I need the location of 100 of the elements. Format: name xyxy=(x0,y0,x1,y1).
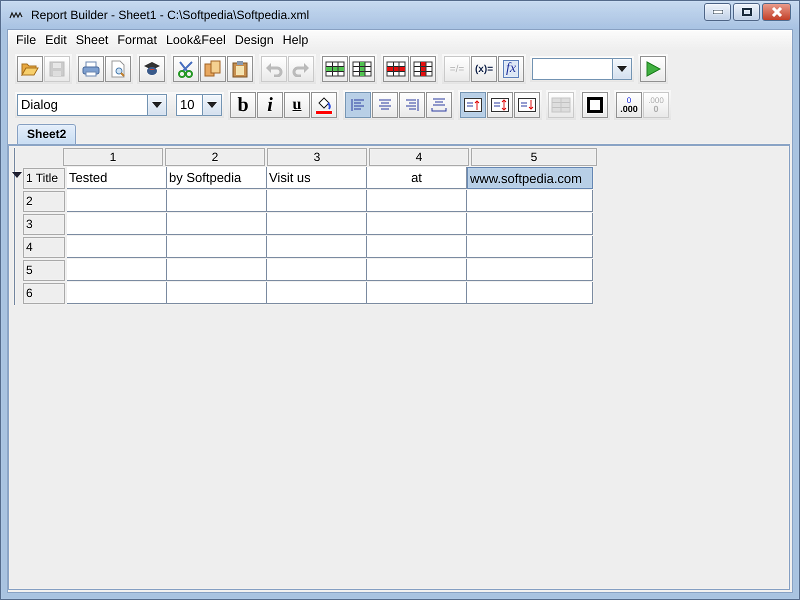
font-combo-box[interactable]: Dialog xyxy=(17,94,167,116)
paste-button[interactable] xyxy=(227,56,253,82)
formula-button[interactable]: (x)= xyxy=(471,56,497,82)
row-header[interactable]: 1 Title xyxy=(23,168,65,189)
table-cell[interactable] xyxy=(267,236,367,258)
align-bottom-button[interactable] xyxy=(514,92,540,118)
column-header[interactable]: 4 xyxy=(369,148,469,166)
formula-combo-box[interactable] xyxy=(532,58,632,80)
copy-button[interactable] xyxy=(200,56,226,82)
table-icon xyxy=(551,97,571,113)
clipboard-icon xyxy=(231,60,249,78)
table-cell[interactable] xyxy=(267,259,367,281)
text-align-icon xyxy=(350,98,366,112)
menu-item[interactable]: Look&Feel xyxy=(162,33,231,47)
table-cell[interactable]: Visit us xyxy=(267,167,367,189)
table-cell[interactable] xyxy=(267,213,367,235)
cut-button[interactable] xyxy=(173,56,199,82)
italic-button[interactable]: i xyxy=(257,92,283,118)
text-align-icon xyxy=(404,98,420,112)
column-header[interactable]: 2 xyxy=(165,148,265,166)
row-header[interactable]: 4 xyxy=(23,237,65,258)
table-cell[interactable] xyxy=(167,213,267,235)
align-middle-button[interactable] xyxy=(487,92,513,118)
printer-icon xyxy=(82,61,100,77)
delete-row-button[interactable] xyxy=(383,56,409,82)
text-align-icon xyxy=(431,98,447,112)
scissors-icon xyxy=(177,60,195,78)
align-left-button[interactable] xyxy=(345,92,371,118)
square-icon xyxy=(587,97,603,113)
menu-item[interactable]: Format xyxy=(113,33,162,47)
folder-icon xyxy=(21,62,39,76)
insert-column-button[interactable] xyxy=(349,56,375,82)
font-size-combo-box[interactable]: 10 xyxy=(176,94,222,116)
table-cell[interactable] xyxy=(367,190,467,212)
table-cell[interactable] xyxy=(367,282,467,304)
menu-item[interactable]: Help xyxy=(278,33,314,47)
table-cell[interactable]: Tested xyxy=(67,167,167,189)
insert-row-button[interactable] xyxy=(322,56,348,82)
number-format-button[interactable]: 0 .000 xyxy=(616,92,642,118)
minimize-button[interactable] xyxy=(704,3,731,21)
preview-button[interactable] xyxy=(105,56,131,82)
maximize-button[interactable] xyxy=(733,3,760,21)
align-center-button[interactable] xyxy=(372,92,398,118)
menu-item[interactable]: Edit xyxy=(41,33,72,47)
menu-item[interactable]: File xyxy=(12,33,42,47)
align-top-button[interactable] xyxy=(460,92,486,118)
delete-column-button[interactable] xyxy=(410,56,436,82)
table-cell[interactable]: at xyxy=(367,167,467,189)
wrap-text-button[interactable] xyxy=(426,92,452,118)
column-header[interactable]: 3 xyxy=(267,148,367,166)
table-cell[interactable] xyxy=(467,282,593,304)
table-cell[interactable] xyxy=(467,213,593,235)
column-header[interactable]: 5 xyxy=(471,148,597,166)
hat-button[interactable] xyxy=(139,56,165,82)
table-cell[interactable] xyxy=(67,190,167,212)
table-cell[interactable] xyxy=(167,259,267,281)
open-button[interactable] xyxy=(17,56,43,82)
copy-icon xyxy=(204,60,222,78)
row-header[interactable]: 5 xyxy=(23,260,65,281)
table-cell[interactable] xyxy=(67,259,167,281)
text-color-button[interactable] xyxy=(311,92,337,118)
table-cell[interactable] xyxy=(467,236,593,258)
table-cell[interactable] xyxy=(67,213,167,235)
table-icon xyxy=(325,61,345,77)
table-cell[interactable] xyxy=(367,236,467,258)
table-cell[interactable]: www.softpedia.com xyxy=(467,167,593,189)
table-cell[interactable] xyxy=(467,190,593,212)
bold-button[interactable]: b xyxy=(230,92,256,118)
table-cell[interactable] xyxy=(367,259,467,281)
row-header[interactable]: 3 xyxy=(23,214,65,235)
vertical-align-icon xyxy=(518,98,536,112)
dropdown-arrow-icon xyxy=(617,66,627,72)
table-cell[interactable] xyxy=(267,282,367,304)
table-cell[interactable] xyxy=(167,282,267,304)
sheet-tab[interactable]: Sheet2 xyxy=(17,124,76,144)
border-button[interactable] xyxy=(582,92,608,118)
collapse-icon[interactable] xyxy=(12,172,22,178)
column-header[interactable]: 1 xyxy=(63,148,163,166)
table-cell[interactable] xyxy=(67,282,167,304)
close-button[interactable] xyxy=(762,3,791,21)
run-button[interactable] xyxy=(640,56,666,82)
menu-item[interactable]: Design xyxy=(230,33,279,47)
underline-button[interactable]: u xyxy=(284,92,310,118)
menu-item[interactable]: Sheet xyxy=(72,33,114,47)
table-cell[interactable] xyxy=(367,213,467,235)
window-title: Report Builder - Sheet1 - C:\Softpedia\Softpedia.xml xyxy=(31,8,310,22)
print-button[interactable] xyxy=(78,56,104,82)
table-cell[interactable] xyxy=(67,236,167,258)
formula-button[interactable]: fx xyxy=(498,56,524,82)
play-icon xyxy=(645,61,661,77)
table-cell[interactable]: by Softpedia xyxy=(167,167,267,189)
align-right-button[interactable] xyxy=(399,92,425,118)
table-cell[interactable] xyxy=(167,236,267,258)
table-cell[interactable] xyxy=(267,190,367,212)
table-icon xyxy=(352,61,372,77)
table-cell[interactable] xyxy=(467,259,593,281)
row-header[interactable]: 2 xyxy=(23,191,65,212)
row-header[interactable]: 6 xyxy=(23,283,65,304)
floppy-icon xyxy=(49,61,65,77)
table-cell[interactable] xyxy=(167,190,267,212)
